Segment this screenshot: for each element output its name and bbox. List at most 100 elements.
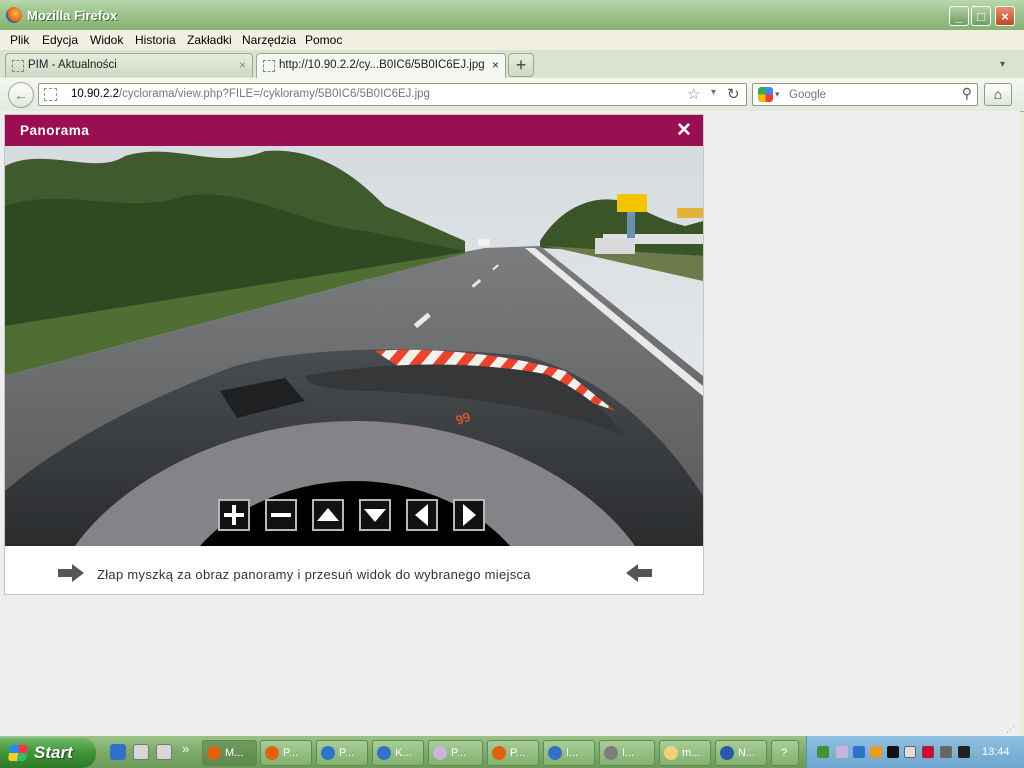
window-title-bar[interactable]: Mozilla Firefox _ □ ×	[0, 0, 1024, 30]
arrow-up-icon	[317, 508, 339, 521]
tab-list-chevron-icon[interactable]: ▾	[1000, 59, 1005, 70]
menu-bar: Plik Edycja Widok Historia Zakładki Narz…	[0, 30, 1024, 50]
menu-zakladki[interactable]: Zakładki	[187, 33, 232, 47]
resize-grip-icon[interactable]: ⋰	[1006, 724, 1015, 735]
taskbar-item-label: m...	[682, 747, 701, 759]
page-icon	[12, 60, 24, 72]
calculator-quicklaunch-icon[interactable]	[156, 744, 172, 760]
tray-icon[interactable]	[853, 746, 865, 758]
arrow-right-icon	[463, 504, 476, 526]
reload-icon[interactable]: ↻	[727, 85, 740, 103]
tab-label: http://10.90.2.2/cy...B0IC6/5B0IC6EJ.jpg	[279, 59, 485, 71]
tab-panorama-image[interactable]: http://10.90.2.2/cy...B0IC6/5B0IC6EJ.jpg…	[256, 53, 506, 79]
taskbar-item[interactable]: P...	[260, 740, 312, 766]
taskbar-item[interactable]: m...	[659, 740, 711, 766]
menu-edycja[interactable]: Edycja	[42, 33, 78, 47]
pan-left-button[interactable]	[406, 499, 438, 531]
taskbar-item-label: P...	[283, 747, 299, 759]
maximize-button[interactable]: □	[971, 6, 991, 26]
menu-plik[interactable]: Plik	[10, 33, 29, 47]
drag-hint-text: Złap myszką za obraz panoramy i przesuń …	[97, 567, 531, 582]
page-icon	[263, 60, 275, 72]
taskbar-item[interactable]: K...	[372, 740, 424, 766]
panorama-panel: Panorama ✕ 66 Złap myszką za obraz panor…	[4, 114, 704, 595]
panorama-viewer[interactable]: 66	[5, 146, 703, 546]
bookmark-star-icon[interactable]: ☆	[687, 85, 700, 103]
zoom-in-button[interactable]	[218, 499, 250, 531]
taskbar-item[interactable]: I...	[543, 740, 595, 766]
calculator-quicklaunch-icon[interactable]	[133, 744, 149, 760]
firefox-logo-icon	[6, 7, 22, 23]
engine-dropdown-icon[interactable]: ▾	[775, 89, 780, 100]
minimize-button[interactable]: _	[949, 6, 969, 26]
close-window-button[interactable]: ×	[995, 6, 1015, 26]
menu-pomoc[interactable]: Pomoc	[305, 33, 342, 47]
home-button[interactable]: ⌂	[984, 83, 1012, 106]
taskbar-item[interactable]: P...	[428, 740, 483, 766]
taskbar-item[interactable]: M...	[202, 740, 257, 766]
taskbar-item[interactable]: I...	[599, 740, 655, 766]
url-bar[interactable]: 10.90.2.2/cyclorama/view.php?FILE=/cyklo…	[38, 83, 747, 106]
panel-header: Panorama ✕	[5, 115, 703, 146]
taskbar-item-label: P...	[510, 747, 526, 759]
google-engine-icon[interactable]	[758, 87, 773, 102]
url-host: 10.90.2.2	[71, 88, 119, 100]
page-content: Panorama ✕ 66 Złap myszką za obraz panor…	[0, 111, 1020, 736]
tray-icon[interactable]	[958, 746, 970, 758]
zoom-out-button[interactable]	[265, 499, 297, 531]
tab-close-icon[interactable]: ×	[239, 58, 246, 72]
arrow-down-icon	[364, 509, 386, 522]
window-title: Mozilla Firefox	[27, 8, 118, 23]
search-icon[interactable]: ⚲	[962, 85, 972, 102]
start-button[interactable]: Start	[0, 738, 96, 768]
panel-title: Panorama	[20, 123, 90, 138]
arrow-left-icon	[415, 504, 428, 526]
start-label: Start	[34, 743, 73, 762]
tab-close-icon[interactable]: ×	[492, 58, 499, 72]
search-bar[interactable]: ▾ ⚲	[752, 83, 978, 106]
volume-icon[interactable]	[904, 746, 916, 758]
url-path: /cyclorama/view.php?FILE=/cykloramy/5B0I…	[118, 88, 430, 100]
clock[interactable]: 13:44	[982, 746, 1010, 758]
tab-label: PIM - Aktualności	[28, 59, 117, 71]
taskbar-item[interactable]: P...	[487, 740, 539, 766]
taskbar-item-label: P...	[339, 747, 355, 759]
site-identity-icon[interactable]	[44, 88, 57, 101]
taskbar-item[interactable]: P...	[316, 740, 368, 766]
tray-icon[interactable]	[922, 746, 934, 758]
back-button[interactable]: ←	[8, 82, 34, 108]
history-dropdown-icon[interactable]: ▾	[711, 87, 716, 98]
taskbar-help-item[interactable]: ?	[771, 740, 799, 766]
tray-icon[interactable]	[887, 746, 899, 758]
tab-strip: PIM - Aktualności × http://10.90.2.2/cy.…	[0, 50, 1024, 79]
pan-down-button[interactable]	[359, 499, 391, 531]
tab-pim-aktualnosci[interactable]: PIM - Aktualności ×	[5, 53, 253, 77]
arrow-left-hint-icon	[626, 564, 652, 582]
tray-icon[interactable]	[817, 746, 829, 758]
tray-icon[interactable]	[836, 746, 848, 758]
panorama-image[interactable]: 66	[5, 146, 703, 546]
tray-icon[interactable]	[870, 746, 882, 758]
zoom-in-icon	[224, 505, 244, 525]
tray-icon[interactable]	[940, 746, 952, 758]
new-tab-button[interactable]: +	[508, 53, 534, 77]
menu-narzedzia[interactable]: Narzędzia	[242, 33, 296, 47]
quicklaunch-overflow-icon[interactable]: »	[182, 741, 189, 756]
taskbar-item-label: I...	[566, 747, 579, 759]
drag-hint-bar: Złap myszką za obraz panoramy i przesuń …	[5, 546, 703, 594]
taskbar-item-label: K...	[395, 747, 412, 759]
search-input[interactable]	[787, 86, 951, 104]
taskbar-item-label: M...	[225, 747, 244, 759]
menu-widok[interactable]: Widok	[90, 33, 123, 47]
zoom-out-icon	[271, 513, 291, 517]
pan-up-button[interactable]	[312, 499, 344, 531]
panel-close-icon[interactable]: ✕	[676, 119, 692, 142]
windows-logo-icon	[7, 745, 29, 761]
taskbar-item-label: I...	[622, 747, 635, 759]
taskbar-item[interactable]: N...	[715, 740, 767, 766]
menu-historia[interactable]: Historia	[135, 33, 176, 47]
pan-right-button[interactable]	[453, 499, 485, 531]
url-text[interactable]: 10.90.2.2/cyclorama/view.php?FILE=/cyklo…	[71, 88, 430, 100]
ie-quicklaunch-icon[interactable]	[110, 744, 126, 760]
taskbar-item-label: N...	[738, 747, 756, 759]
